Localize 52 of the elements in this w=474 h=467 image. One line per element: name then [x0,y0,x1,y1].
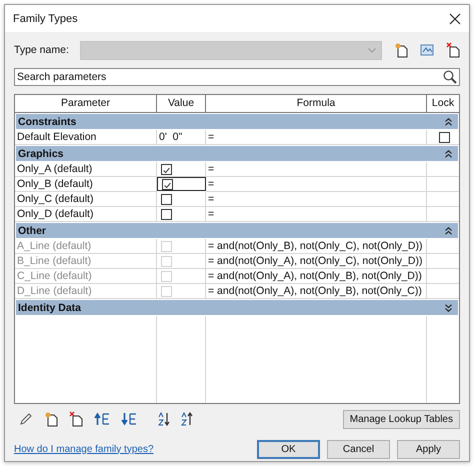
parameter-name: C_Line (default) [15,269,157,284]
formula-text[interactable]: = [206,162,427,177]
chevron-icon[interactable] [445,150,452,158]
group-header[interactable]: Constraints [16,114,458,129]
parameter-name: D_Line (default) [15,284,157,299]
parameter-name: Only_B (default) [15,177,157,192]
sort-descending-icon[interactable] [181,412,193,426]
search-field[interactable]: Search parameters [14,68,460,86]
value-checkbox[interactable] [162,178,173,190]
new-type-icon[interactable] [394,42,408,58]
chevron-icon[interactable] [445,304,452,312]
dialog-button[interactable]: Apply [397,440,460,458]
help-link[interactable]: How do I manage family types? [14,444,154,454]
formula-text[interactable]: = [206,207,427,222]
pencil-icon[interactable] [19,412,33,426]
delete-type-icon[interactable] [446,42,460,58]
caret-icon [368,48,376,52]
window-title: Family Types [13,12,79,24]
parameter-name: Default Elevation [15,130,157,145]
value-checkbox[interactable] [161,194,172,204]
column-header[interactable]: Parameter [15,95,157,113]
sort-ascending-icon[interactable] [158,412,170,426]
new-parameter-icon[interactable] [44,411,58,427]
group-header[interactable]: Other [16,223,458,238]
parameter-name: Only_C (default) [15,192,157,207]
formula-text[interactable]: = [206,192,427,207]
group-header[interactable]: Identity Data [16,300,458,315]
dialog-button[interactable]: OK [257,440,320,458]
type-name-label: Type name: [14,44,70,56]
value-checkbox[interactable] [161,208,172,220]
group-header[interactable]: Graphics [16,146,458,161]
parameter-name: Only_D (default) [15,207,157,222]
formula-text[interactable]: = [206,177,427,192]
chevron-icon[interactable] [445,118,452,126]
formula-text[interactable]: = [206,130,427,145]
move-up-icon[interactable] [94,412,110,426]
chevron-icon[interactable] [445,226,452,234]
column-header[interactable]: Formula [206,95,427,113]
lock-checkbox[interactable] [439,132,450,142]
parameter-name: B_Line (default) [15,254,157,269]
search-icon[interactable] [443,70,457,84]
dialog-button[interactable]: Cancel [327,440,390,458]
column-header[interactable]: Value [157,95,206,113]
parameter-name: Only_A (default) [15,162,157,177]
column-header[interactable]: Lock [427,95,459,113]
value-checkbox[interactable] [161,164,172,174]
close-icon[interactable] [449,12,461,24]
value-text[interactable]: 0' 0" [159,130,182,144]
manage-lookup-tables-button[interactable]: Manage Lookup Tables [342,410,460,428]
move-down-icon[interactable] [121,412,137,426]
delete-parameter-icon[interactable] [69,411,83,427]
parameter-name: A_Line (default) [15,239,157,254]
